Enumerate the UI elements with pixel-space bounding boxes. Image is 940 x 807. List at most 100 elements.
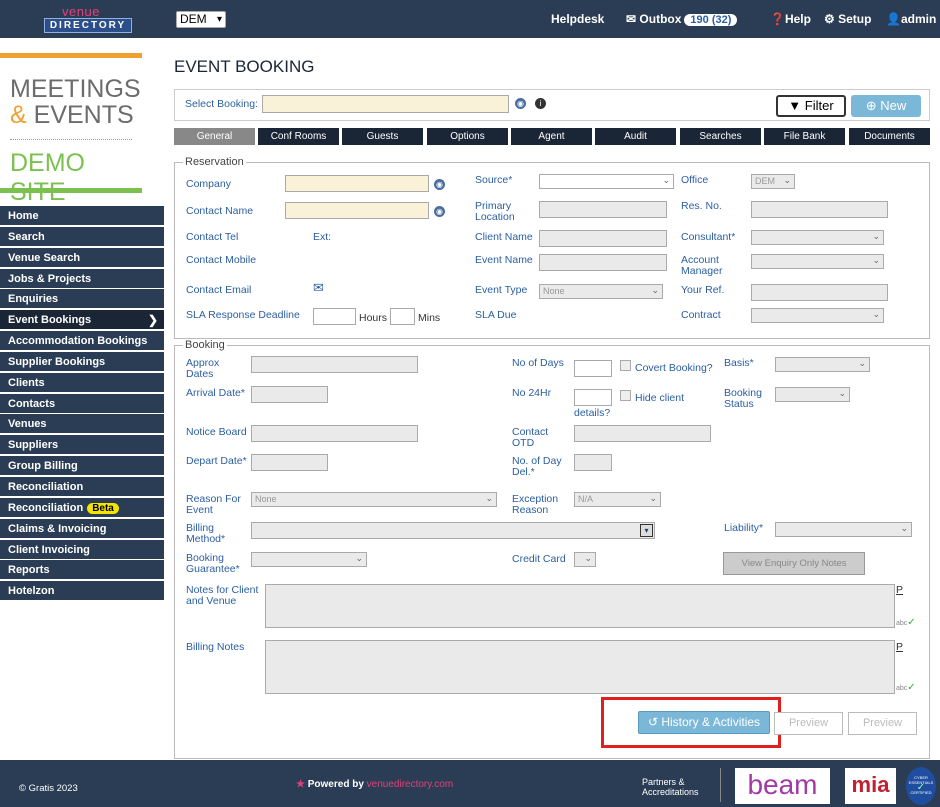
booking-guarantee-select[interactable]: ⌄ xyxy=(251,552,367,567)
partners-line1: Partners & xyxy=(642,777,685,787)
reason-for-event-select[interactable]: None ⌄ xyxy=(251,492,497,507)
event-type-label: Event Type xyxy=(475,284,528,296)
sidebar-item-reconciliation[interactable]: Reconciliation xyxy=(0,476,164,497)
office-select[interactable]: DEM ⌄ xyxy=(751,174,795,189)
history-activities-button[interactable]: ↺ History & Activities xyxy=(638,711,770,734)
your-ref-label: Your Ref. xyxy=(681,284,725,296)
filter-button[interactable]: ▼ Filter xyxy=(776,95,846,117)
globe-icon[interactable]: ◉ xyxy=(434,206,445,217)
arrival-date-input[interactable] xyxy=(251,386,328,403)
user-menu[interactable]: 👤admin xyxy=(886,12,936,26)
contact-name-input[interactable] xyxy=(285,202,429,219)
tab-options[interactable]: Options xyxy=(427,128,508,145)
source-select[interactable]: ⌄ xyxy=(539,174,674,189)
sidebar-item-home[interactable]: Home xyxy=(0,206,164,226)
tab-searches[interactable]: Searches xyxy=(680,128,761,145)
hide-client-checkbox[interactable] xyxy=(620,390,631,401)
event-name-input[interactable] xyxy=(539,254,667,271)
help-link[interactable]: ❓Help xyxy=(770,12,811,26)
event-type-select[interactable]: None ⌄ xyxy=(539,284,663,299)
spellcheck-icon[interactable]: abc✓ xyxy=(896,617,916,629)
res-no-input[interactable] xyxy=(751,201,888,218)
globe-icon[interactable]: ◉ xyxy=(434,179,445,190)
site-select[interactable]: DEM ▾ xyxy=(176,11,226,28)
primary-location-input[interactable] xyxy=(539,201,667,218)
contract-select[interactable]: ⌄ xyxy=(751,308,884,323)
sidebar-item-claims-invoicing[interactable]: Claims & Invoicing xyxy=(0,518,164,539)
approx-dates-input[interactable] xyxy=(251,356,418,373)
sidebar-item-supplier-bookings[interactable]: Supplier Bookings xyxy=(0,351,164,372)
tab-audit[interactable]: Audit xyxy=(595,128,676,145)
sidebar-item-reconciliation-beta[interactable]: Reconciliation Beta xyxy=(0,497,164,518)
sidebar-item-hotelzon[interactable]: Hotelzon xyxy=(0,581,164,602)
reason-value: None xyxy=(255,494,277,504)
info-icon[interactable]: i xyxy=(535,98,546,109)
sidebar-item-reports[interactable]: Reports xyxy=(0,560,164,581)
powered-by[interactable]: ★ Powered by venuedirectory.com xyxy=(296,779,453,790)
outbox-link[interactable]: ✉ Outbox 190 (32) xyxy=(626,12,738,26)
covert-booking-checkbox[interactable] xyxy=(620,360,631,371)
top-bar: venue DIRECTORY DEM ▾ Helpdesk ✉ Outbox 19… xyxy=(0,0,940,38)
envelope-icon[interactable]: ✉ xyxy=(313,281,324,294)
billing-notes-textarea[interactable] xyxy=(265,640,895,694)
sidebar-item-enquiries[interactable]: Enquiries xyxy=(0,289,164,310)
sidebar-item-venue-search[interactable]: Venue Search xyxy=(0,247,164,268)
no-of-days-input[interactable] xyxy=(574,360,612,377)
billing-method-select[interactable]: ▾ xyxy=(251,522,655,539)
tab-general[interactable]: General xyxy=(174,128,255,145)
contact-otd-input[interactable] xyxy=(574,425,711,442)
tab-documents[interactable]: Documents xyxy=(849,128,930,145)
booking-status-label: Booking Status xyxy=(724,387,762,410)
sidebar-item-search[interactable]: Search xyxy=(0,226,164,247)
sla-mins-input[interactable] xyxy=(390,308,415,325)
tab-guests[interactable]: Guests xyxy=(342,128,423,145)
liability-select[interactable]: ⌄ xyxy=(775,522,912,537)
notes-p-link[interactable]: P xyxy=(896,585,903,596)
sidebar-item-jobs-projects[interactable]: Jobs & Projects xyxy=(0,268,164,289)
credit-card-select[interactable]: ⌄ xyxy=(574,552,596,567)
tab-agent[interactable]: Agent xyxy=(511,128,592,145)
company-input[interactable] xyxy=(285,175,429,192)
basis-select[interactable]: ⌄ xyxy=(775,357,870,372)
billing-notes-p-link[interactable]: P xyxy=(896,642,903,653)
venue-directory-logo[interactable]: venue DIRECTORY xyxy=(44,4,132,34)
booking-status-select[interactable]: ⌄ xyxy=(775,387,850,402)
setup-link[interactable]: ⚙ Setup xyxy=(824,12,871,26)
account-manager-select[interactable]: ⌄ xyxy=(751,254,884,269)
new-button[interactable]: ⊕ New xyxy=(851,95,921,117)
view-enquiry-notes-button[interactable]: View Enquiry Only Notes xyxy=(723,552,865,575)
chevron-down-icon: ▾ xyxy=(216,14,222,25)
office-label: Office xyxy=(681,174,709,186)
your-ref-input[interactable] xyxy=(751,284,888,301)
consultant-select[interactable]: ⌄ xyxy=(751,230,884,245)
sidebar-item-contacts[interactable]: Contacts xyxy=(0,393,164,414)
mia-logo[interactable]: mia xyxy=(845,768,896,804)
exception-reason-select[interactable]: N/A ⌄ xyxy=(574,492,661,507)
sidebar-item-suppliers[interactable]: Suppliers xyxy=(0,435,164,456)
globe-icon[interactable]: ◉ xyxy=(515,98,526,109)
notice-board-input[interactable] xyxy=(251,425,418,442)
no-day-del-input[interactable] xyxy=(574,454,612,471)
contract-label: Contract xyxy=(681,309,721,321)
notes-client-venue-textarea[interactable] xyxy=(265,584,895,628)
preview-button-1[interactable]: Preview xyxy=(774,712,843,735)
helpdesk-link[interactable]: Helpdesk xyxy=(551,12,604,26)
sidebar-item-accommodation-bookings[interactable]: Accommodation Bookings xyxy=(0,331,164,352)
logo-top-text: venue xyxy=(62,4,100,19)
sidebar-item-event-bookings[interactable]: Event Bookings ❯ xyxy=(0,310,164,331)
sidebar-item-client-invoicing[interactable]: Client Invoicing xyxy=(0,539,164,560)
sidebar-item-clients[interactable]: Clients xyxy=(0,372,164,393)
beam-logo[interactable]: beam xyxy=(735,768,830,804)
sidebar-item-venues[interactable]: Venues xyxy=(0,414,164,435)
cyber-essentials-badge[interactable]: CYBER ESSENTIALS ✓ CERTIFIED xyxy=(906,767,936,805)
select-booking-input[interactable] xyxy=(262,95,509,113)
no-24hr-input[interactable] xyxy=(574,389,612,406)
spellcheck-icon[interactable]: abc✓ xyxy=(896,682,916,694)
tab-file-bank[interactable]: File Bank xyxy=(764,128,845,145)
depart-date-input[interactable] xyxy=(251,454,328,471)
tab-conf-rooms[interactable]: Conf Rooms xyxy=(258,128,339,145)
preview-button-2[interactable]: Preview xyxy=(848,712,917,735)
client-name-input[interactable] xyxy=(539,230,667,247)
sidebar-item-group-billing[interactable]: Group Billing xyxy=(0,456,164,477)
sla-hours-input[interactable] xyxy=(313,308,356,325)
